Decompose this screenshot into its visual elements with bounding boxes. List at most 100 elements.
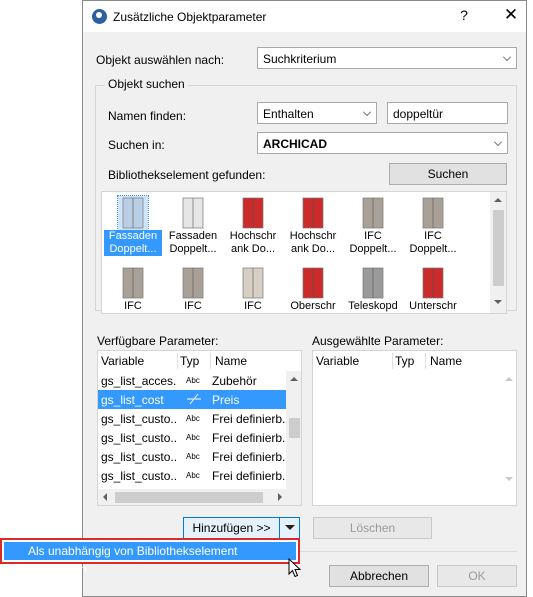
library-item-caption-line1: Teleskopd (348, 300, 398, 312)
library-item-caption-line2: ank Do... (290, 243, 336, 255)
library-item[interactable]: Fassaden Doppelt... (104, 194, 162, 256)
library-item[interactable]: Oberschrank Do... (284, 264, 342, 314)
library-item-thumbnail (298, 196, 328, 230)
search-button[interactable]: Suchen (389, 163, 507, 185)
table-row[interactable]: gs_list_acces... Abc Zubehör (98, 371, 286, 390)
scroll-up-icon[interactable] (494, 198, 502, 202)
help-button[interactable]: ? (455, 7, 473, 25)
table-row[interactable]: gs_list_custo... Abc Frei definierb. (98, 447, 286, 466)
library-item[interactable]: Hochschr ank Do... (284, 194, 342, 255)
ok-button[interactable]: OK (437, 565, 517, 587)
available-params-list[interactable]: Variable Typ Name gs_list_acces... Abc Zub… (97, 350, 302, 506)
library-item-thumbnail (238, 266, 268, 300)
archicad-app-icon (92, 9, 107, 24)
library-item-caption-line2: Doppelt... (164, 313, 222, 314)
dialog-window: Zusätzliche Objektparameter ? ✕ Objekt a… (82, 0, 527, 597)
chevron-down-icon (494, 138, 502, 146)
search-in-dropdown[interactable]: ARCHICAD (257, 132, 508, 154)
scroll-thumb[interactable] (115, 492, 263, 503)
library-item-caption: Hochschr ank Do... (224, 230, 282, 256)
library-item-caption-line1: Fassaden (168, 230, 218, 242)
library-item-caption-line1: Unterschr (409, 300, 457, 312)
available-params-vscroll[interactable] (286, 371, 301, 489)
name-search-input[interactable]: doppeltür (387, 102, 508, 124)
param-name: Frei definierb. (212, 469, 286, 483)
library-item[interactable]: Unterschrank Do... (404, 264, 462, 314)
column-header-typ[interactable]: Typ (395, 354, 414, 372)
close-icon[interactable]: ✕ (501, 5, 521, 25)
column-header-variable[interactable]: Variable (316, 354, 359, 372)
library-item-caption: Oberschrank Do... (284, 300, 342, 314)
library-item[interactable]: IFCDoppelt... (344, 194, 402, 256)
scroll-thumb[interactable] (493, 210, 504, 286)
library-item-thumbnail (118, 266, 148, 300)
table-row[interactable]: gs_list_custo... Abc Frei definierb. (98, 466, 286, 485)
library-item[interactable]: IFCDoppelt... (404, 194, 462, 256)
selected-params-label: Ausgewählte Parameter: (312, 334, 444, 348)
library-item[interactable]: Teleskopdoppeltü... (344, 264, 402, 313)
library-item-caption: IFCDoppelt... (404, 230, 462, 256)
library-item-caption: IFCDoppelt... (344, 230, 402, 256)
chevron-down-icon (363, 108, 371, 116)
add-button[interactable]: Hinzufügen >> (184, 521, 279, 535)
string-type-icon: Abc (186, 452, 200, 461)
select-by-label: Objekt auswählen nach: (96, 53, 225, 67)
library-item-caption-line2: ank Do... (404, 313, 462, 314)
library-item-thumbnail (178, 266, 208, 300)
library-item[interactable]: IFCDoppelt... (164, 264, 222, 314)
string-type-icon: Abc (186, 471, 200, 480)
scroll-right-icon[interactable] (278, 493, 282, 501)
library-item[interactable]: IFCDoppelt... (104, 264, 162, 314)
library-item-caption-line2: Doppelt... (409, 243, 457, 255)
cancel-button[interactable]: Abbrechen (329, 565, 429, 587)
library-item[interactable]: Fassaden Doppelt... (164, 194, 222, 255)
column-header-variable[interactable]: Variable (101, 354, 144, 372)
string-type-icon: Abc (186, 376, 200, 385)
param-name: Frei definierb. (212, 431, 286, 445)
scroll-up-icon (505, 377, 513, 381)
param-variable: gs_list_custo... (101, 412, 177, 426)
param-variable: gs_list_custo... (101, 450, 177, 464)
library-item[interactable]: Hochschr ank Do... (224, 194, 282, 256)
available-params-hscroll[interactable] (98, 489, 301, 505)
table-row[interactable]: gs_list_cost Preis (98, 390, 286, 409)
scroll-down-icon[interactable] (494, 300, 502, 304)
library-item-caption-line1: IFC (244, 300, 262, 312)
library-item-caption-line1: IFC (124, 300, 142, 312)
column-header-typ[interactable]: Typ (180, 354, 199, 372)
library-item-caption-line2: Doppelt... (104, 313, 162, 314)
table-row[interactable]: gs_list_custo... Abc Frei definierb. (98, 428, 286, 447)
library-item-caption-line2: Doppelt... (224, 313, 282, 314)
library-item-thumbnail (117, 195, 149, 231)
delete-button[interactable]: Löschen (313, 517, 432, 539)
chevron-down-icon (503, 53, 511, 61)
name-mode-value: Enthalten (263, 107, 314, 121)
scroll-left-icon[interactable] (103, 493, 107, 501)
title-bar: Zusätzliche Objektparameter ? ✕ (83, 1, 526, 32)
select-by-dropdown[interactable]: Suchkriterium (257, 47, 517, 69)
library-results-grid[interactable]: Fassaden Doppelt... Fassaden Doppelt... Hoch… (101, 191, 507, 314)
add-split-button[interactable]: Hinzufügen >> (183, 517, 300, 539)
param-variable: gs_list_cost (101, 393, 164, 407)
scroll-down-icon (505, 477, 513, 481)
table-row[interactable]: gs_list_custo... Abc Frei definierb. (98, 409, 286, 428)
param-variable: gs_list_acces... (101, 374, 177, 388)
select-by-value: Suchkriterium (263, 52, 337, 66)
dropdown-arrow-icon[interactable] (285, 525, 295, 530)
column-header-name[interactable]: Name (215, 354, 247, 372)
library-item-caption-line2: Doppelt... (349, 243, 397, 255)
scroll-thumb[interactable] (289, 418, 300, 438)
menu-item-add-independent[interactable]: Als unabhängig von Bibliothekselement hi… (4, 542, 296, 576)
library-item[interactable]: IFCDoppelt... (224, 264, 282, 314)
selected-params-list[interactable]: Variable Typ Name (312, 350, 517, 506)
name-search-value: doppeltür (393, 107, 444, 121)
param-name: Frei definierb. (212, 412, 286, 426)
library-item-caption-line2: ank Do... (284, 313, 342, 314)
library-item-thumbnail (358, 266, 388, 300)
name-mode-dropdown[interactable]: Enthalten (257, 102, 377, 124)
results-scrollbar[interactable] (490, 192, 506, 313)
scroll-up-icon[interactable] (290, 377, 298, 381)
string-type-icon: Abc (186, 433, 200, 442)
column-header-name[interactable]: Name (430, 354, 462, 372)
library-item-caption-line2: Doppelt... (109, 243, 157, 255)
